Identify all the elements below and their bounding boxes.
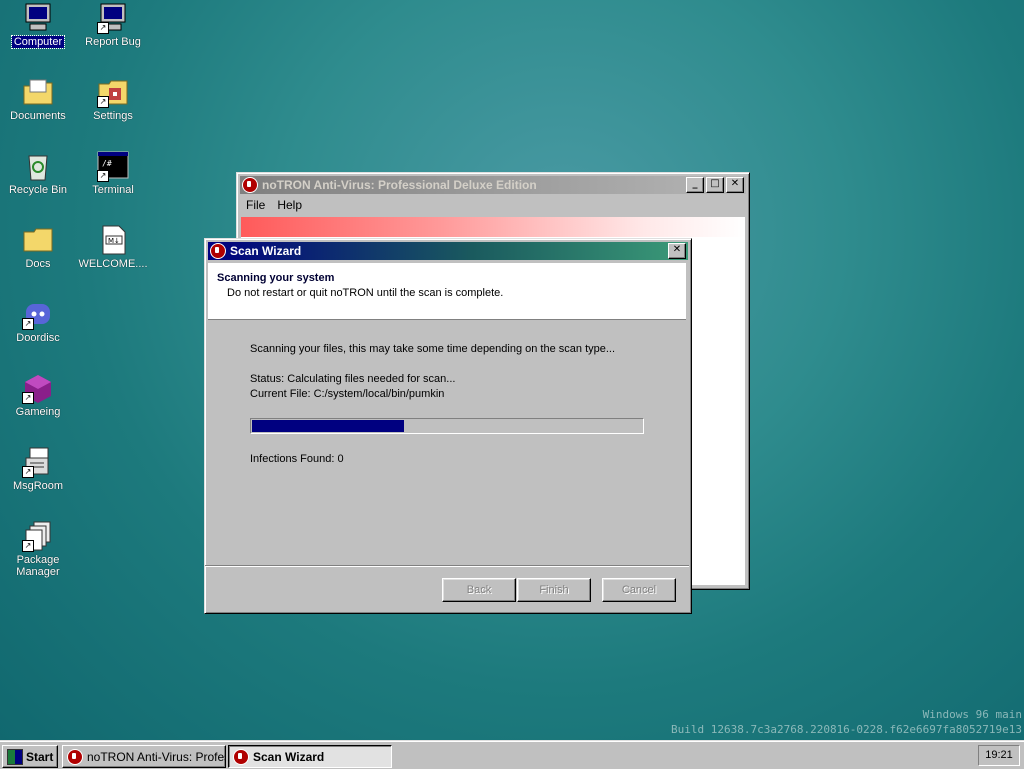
desktop-icon-msgroom[interactable]: ↗ MsgRoom [0, 446, 76, 492]
main-window-title: noTRON Anti-Virus: Professional Deluxe E… [262, 178, 537, 192]
svg-text:/#: /# [102, 159, 112, 168]
notron-app-icon [233, 748, 249, 765]
desktop-icon-terminal[interactable]: /# ↗ Terminal [75, 150, 151, 196]
taskbar-item-label: noTRON Anti-Virus: Profes... [87, 749, 226, 764]
desktop-icon-label: Recycle Bin [8, 184, 68, 196]
wizard-title: Scan Wizard [230, 244, 302, 258]
desktop-icon-label: Gameing [15, 406, 61, 418]
menu-file[interactable]: File [240, 198, 271, 212]
notron-app-icon [210, 243, 226, 259]
shortcut-arrow-icon: ↗ [22, 318, 34, 330]
scan-status-text: Status: Calculating files needed for sca… [250, 373, 456, 385]
doordisc-icon: ↗ [22, 298, 54, 330]
taskbar-item-scan-wizard[interactable]: Scan Wizard [228, 745, 392, 768]
start-logo-icon [7, 748, 23, 765]
scan-wizard-dialog[interactable]: Scan Wizard ✕ Scanning your system Do no… [204, 238, 692, 614]
desktop-icon-label: Docs [25, 258, 51, 270]
desktop-icon-package-manager[interactable]: ↗ Package Manager [0, 520, 76, 578]
notron-app-icon [242, 177, 258, 193]
wizard-heading: Scanning your system [217, 272, 335, 284]
svg-text:M↓: M↓ [108, 237, 120, 245]
desktop-icon-gameing[interactable]: ↗ Gameing [0, 372, 76, 418]
desktop-icon-recycle-bin[interactable]: Recycle Bin [0, 150, 76, 196]
desktop-icon-report-bug[interactable]: ↗ Report Bug [75, 2, 151, 48]
package-manager-icon: ↗ [22, 520, 54, 552]
computer-icon [22, 2, 54, 34]
taskbar: Start noTRON Anti-Virus: Profes... Scan … [0, 740, 1024, 769]
desktop-icon-documents[interactable]: Documents [0, 76, 76, 122]
desktop-icon-label: Documents [10, 110, 66, 122]
current-file-text: Current File: C:/system/local/bin/pumkin [250, 388, 445, 400]
system-tray-clock[interactable]: 19:21 [978, 745, 1020, 766]
menu-help[interactable]: Help [271, 198, 308, 212]
taskbar-item-notron[interactable]: noTRON Anti-Virus: Profes... [62, 745, 226, 768]
notron-app-icon [67, 748, 83, 765]
shortcut-arrow-icon: ↗ [97, 22, 109, 34]
desktop-icon-label: WELCOME.... [78, 258, 148, 270]
watermark-build: Build 12638.7c3a2768.220816-0228.f62e669… [671, 723, 1022, 736]
gameing-icon: ↗ [22, 372, 54, 404]
watermark-version: Windows 96 main [922, 708, 1022, 721]
shortcut-arrow-icon: ↗ [22, 466, 34, 478]
desktop-icon-label: Settings [93, 110, 133, 122]
desktop-icon-computer[interactable]: Computer [0, 2, 76, 49]
wizard-subheading: Do not restart or quit noTRON until the … [227, 287, 504, 299]
folder-icon [22, 224, 54, 256]
shortcut-arrow-icon: ↗ [97, 96, 109, 108]
terminal-icon: /# ↗ [97, 150, 129, 182]
wizard-titlebar[interactable]: Scan Wizard ✕ [208, 242, 688, 260]
header-banner [241, 217, 745, 237]
desktop-icon-label: Doordisc [16, 332, 60, 344]
desktop-icon-label: Computer [10, 35, 66, 49]
shortcut-arrow-icon: ↗ [22, 540, 34, 552]
scan-intro-text: Scanning your files, this may take some … [250, 343, 616, 355]
desktop-icon-label: Terminal [92, 184, 134, 196]
finish-button[interactable]: Finish [517, 578, 591, 602]
scan-progress-fill [252, 420, 404, 432]
desktop-icon-welcome[interactable]: M↓ WELCOME.... [75, 224, 151, 270]
desktop-icon-label: MsgRoom [12, 480, 64, 492]
desktop-icon-label: Package Manager [16, 554, 60, 578]
report-bug-icon: ↗ [97, 2, 129, 34]
shortcut-arrow-icon: ↗ [22, 392, 34, 404]
desktop-icon-settings[interactable]: ↗ Settings [75, 76, 151, 122]
cancel-button[interactable]: Cancel [602, 578, 676, 602]
close-button[interactable]: ✕ [668, 243, 686, 259]
wizard-divider [205, 565, 689, 567]
desktop-icon-doordisc[interactable]: ↗ Doordisc [0, 298, 76, 344]
settings-icon: ↗ [97, 76, 129, 108]
shortcut-arrow-icon: ↗ [97, 170, 109, 182]
scan-progress-bar [250, 418, 644, 434]
maximize-button[interactable]: □ [706, 177, 724, 193]
recycle-bin-icon [22, 150, 54, 182]
msgroom-icon: ↗ [22, 446, 54, 478]
desktop-icon-label: Report Bug [85, 36, 141, 48]
documents-folder-icon [22, 76, 54, 108]
wizard-header: Scanning your system Do not restart or q… [208, 263, 686, 320]
main-menubar: File Help [240, 196, 746, 214]
minimize-button[interactable]: _ [686, 177, 704, 193]
back-button[interactable]: Back [442, 578, 516, 602]
markdown-file-icon: M↓ [97, 224, 129, 256]
start-button[interactable]: Start [2, 745, 58, 768]
main-window-titlebar[interactable]: noTRON Anti-Virus: Professional Deluxe E… [240, 176, 746, 194]
taskbar-item-label: Scan Wizard [253, 749, 325, 764]
infections-found-text: Infections Found: 0 [250, 453, 344, 465]
start-label: Start [26, 749, 54, 764]
close-button[interactable]: ✕ [726, 177, 744, 193]
desktop-icon-docs[interactable]: Docs [0, 224, 76, 270]
